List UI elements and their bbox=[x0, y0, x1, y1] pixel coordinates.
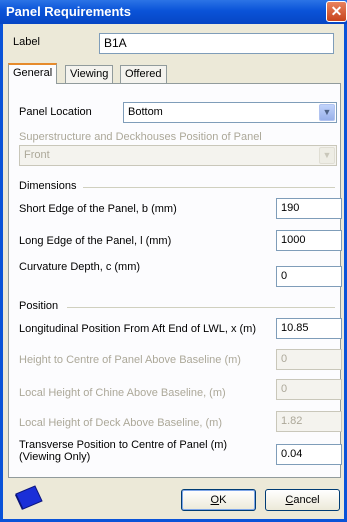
height-deck-input: 1.82 bbox=[276, 411, 342, 432]
tab-general[interactable]: General bbox=[8, 63, 58, 84]
longitudinal-input[interactable]: 10.85 bbox=[276, 318, 342, 339]
general-tab-panel: Panel Location Bottom ▼ Superstructure a… bbox=[8, 83, 342, 478]
ok-button[interactable]: OK bbox=[181, 489, 256, 511]
curvature-input[interactable]: 0 bbox=[276, 266, 342, 287]
dimensions-divider bbox=[83, 187, 335, 188]
long-edge-input[interactable]: 1000 bbox=[276, 230, 342, 251]
superstructure-select: Front ▼ bbox=[19, 145, 337, 166]
curvature-label: Curvature Depth, c (mm) bbox=[19, 261, 141, 273]
superstructure-value: Front bbox=[24, 149, 50, 161]
close-icon: ✕ bbox=[330, 3, 343, 19]
position-heading: Position bbox=[19, 300, 59, 312]
transverse-label-line2: (Viewing Only) bbox=[19, 451, 91, 463]
dialog-body: Label B1A General Viewing Offered Panel … bbox=[0, 24, 347, 522]
height-chine-input: 0 bbox=[276, 379, 342, 400]
superstructure-label: Superstructure and Deckhouses Position o… bbox=[19, 131, 262, 143]
height-deck-label: Local Height of Deck Above Baseline, (m) bbox=[19, 417, 222, 429]
long-edge-label: Long Edge of the Panel, l (mm) bbox=[19, 235, 172, 247]
label-field-label: Label bbox=[13, 36, 40, 48]
transverse-label-line1: Transverse Position to Centre of Panel (… bbox=[19, 439, 228, 451]
cancel-label: ancel bbox=[293, 494, 320, 506]
panel-location-label: Panel Location bbox=[19, 106, 92, 118]
ok-mnemonic: O bbox=[210, 494, 220, 506]
transverse-input[interactable]: 0.04 bbox=[276, 444, 342, 465]
height-centre-input: 0 bbox=[276, 349, 342, 370]
position-divider bbox=[67, 307, 335, 308]
tab-offered[interactable]: Offered bbox=[120, 65, 167, 83]
chevron-down-icon: ▼ bbox=[319, 147, 335, 164]
short-edge-label: Short Edge of the Panel, b (mm) bbox=[19, 203, 177, 215]
label-input[interactable]: B1A bbox=[99, 33, 334, 54]
height-chine-label: Local Height of Chine Above Baseline, (m… bbox=[19, 387, 226, 399]
cancel-button[interactable]: Cancel bbox=[265, 489, 340, 511]
ok-label: K bbox=[219, 494, 227, 506]
panel-icon bbox=[15, 485, 43, 510]
tab-viewing[interactable]: Viewing bbox=[65, 65, 114, 83]
chevron-down-icon[interactable]: ▼ bbox=[319, 104, 335, 121]
height-centre-label: Height to Centre of Panel Above Baseline… bbox=[19, 354, 241, 366]
panel-location-select[interactable]: Bottom ▼ bbox=[123, 102, 337, 123]
dimensions-heading: Dimensions bbox=[19, 180, 77, 192]
longitudinal-label: Longitudinal Position From Aft End of LW… bbox=[19, 323, 257, 335]
window-title: Panel Requirements bbox=[6, 4, 131, 19]
title-bar: Panel Requirements ✕ bbox=[0, 0, 347, 24]
close-button[interactable]: ✕ bbox=[326, 1, 347, 22]
short-edge-input[interactable]: 190 bbox=[276, 198, 342, 219]
panel-location-value: Bottom bbox=[128, 106, 163, 118]
